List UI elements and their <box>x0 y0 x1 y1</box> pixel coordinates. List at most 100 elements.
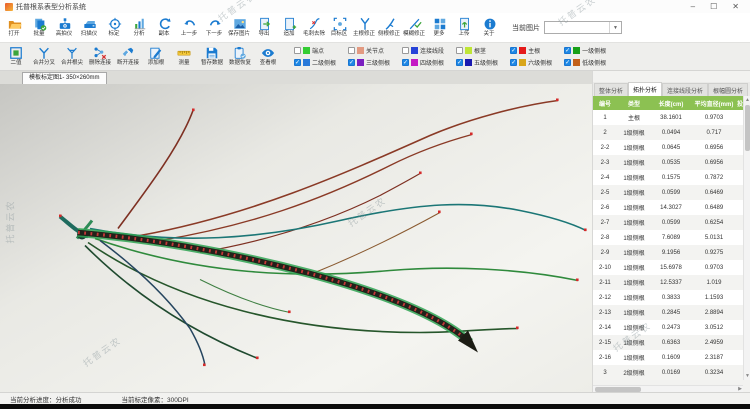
checkbox-checked-icon[interactable]: ✓ <box>510 59 517 66</box>
table-cell: 0.6489 <box>691 200 737 215</box>
scroll-right-icon[interactable]: ▶ <box>738 386 742 393</box>
checkbox-checked-icon[interactable]: ✓ <box>510 47 517 54</box>
table-row[interactable]: 32级侧根0.01690.3234 <box>593 365 743 380</box>
tool-button-merge-tip[interactable]: 合并根尖 <box>58 46 86 67</box>
tool-button-view-root[interactable]: 查看根 <box>254 46 282 67</box>
checkbox-checked-icon[interactable]: ✓ <box>402 59 409 66</box>
table-row[interactable]: 2-71级侧根0.05990.6254 <box>593 215 743 230</box>
tool-button-delete-link[interactable]: 删除连接 <box>86 46 114 67</box>
table-row[interactable]: 2-31级侧根0.05350.6956 <box>593 155 743 170</box>
checkbox-checked-icon[interactable]: ✓ <box>294 59 301 66</box>
table-row[interactable]: 21级侧根0.04940.717 <box>593 125 743 140</box>
table-row[interactable]: 2-41级侧根0.15750.7872 <box>593 170 743 185</box>
table-cell: 0.2845 <box>651 305 691 320</box>
table-row[interactable]: 2-91级侧根9.19560.9275 <box>593 245 743 260</box>
table-row[interactable]: 2-111级侧根12.53371.019 <box>593 275 743 290</box>
toolbar-button-about[interactable]: 关于 <box>477 17 502 38</box>
toolbar-button-batch[interactable]: 批量 <box>27 17 52 38</box>
toolbar-button-deburr[interactable]: 毛刺去除 <box>302 17 327 38</box>
table-row[interactable]: 1主根38.16010.9703 <box>593 110 743 125</box>
toolbar-button-doc-camera[interactable]: 高拍仪 <box>52 17 77 38</box>
tool-button-measure[interactable]: 测量 <box>170 46 198 67</box>
layer-toggle-3[interactable]: 连接线段 <box>402 46 444 55</box>
table-row[interactable]: 2-61级侧根14.30270.6489 <box>593 200 743 215</box>
table-row[interactable]: 2-151级侧根0.63632.4959 <box>593 335 743 350</box>
toolbar-button-append[interactable]: 追加 <box>277 17 302 38</box>
checkbox-checked-icon[interactable]: ✓ <box>564 47 571 54</box>
toolbar-button-label: 合并根尖 <box>61 60 83 66</box>
tab-根幅圆分析[interactable]: 根幅圆分析 <box>708 83 748 96</box>
layer-toggle-2[interactable]: 关节点 <box>348 46 390 55</box>
toolbar-button-analyze[interactable]: 分析 <box>127 17 152 38</box>
toolbar-button-scanner[interactable]: 扫描仪 <box>77 17 102 38</box>
vertical-scrollbar[interactable]: ▲ ▼ <box>743 96 750 380</box>
toolbar-button-upload[interactable]: 上传 <box>452 17 477 38</box>
toolbar-button-redo[interactable]: 下一步 <box>202 17 227 38</box>
tab-整体分析[interactable]: 整体分析 <box>594 83 628 96</box>
table-row[interactable]: 2-131级侧根0.28452.8894 <box>593 305 743 320</box>
checkbox-checked-icon[interactable]: ✓ <box>348 59 355 66</box>
view-root-icon <box>261 46 275 60</box>
checkbox-unchecked-icon[interactable] <box>294 47 301 54</box>
layer-toggle-6[interactable]: ✓一级侧根 <box>564 46 606 55</box>
tool-button-break-link[interactable]: 断开连接 <box>114 46 142 67</box>
layer-toggle-12[interactable]: ✓低级侧根 <box>564 58 606 67</box>
toolbar-button-export[interactable]: 导出 <box>252 17 277 38</box>
tool-button-add-root[interactable]: 添加根 <box>142 46 170 67</box>
toolbar-button-undo[interactable]: 上一步 <box>177 17 202 38</box>
table-cell: 1 <box>593 110 617 125</box>
toolbar-button-open-folder[interactable]: 打开 <box>2 17 27 38</box>
layer-toggle-1[interactable]: 端点 <box>294 46 336 55</box>
table-row[interactable]: 2-51级侧根0.05990.6469 <box>593 185 743 200</box>
layer-toggle-5[interactable]: ✓主根 <box>510 46 552 55</box>
tool-button-binary[interactable]: 二值 <box>2 46 30 67</box>
tab-拓扑分析[interactable]: 拓扑分析 <box>628 82 662 96</box>
checkbox-unchecked-icon[interactable] <box>402 47 409 54</box>
layer-toggle-8[interactable]: ✓三级侧根 <box>348 58 390 67</box>
table-row[interactable]: 2-101级侧根15.69780.9703 <box>593 260 743 275</box>
tool-button-stash-data[interactable]: 暂存数据 <box>198 46 226 67</box>
tab-连接线段分析[interactable]: 连接线段分析 <box>662 83 708 96</box>
vertical-scroll-thumb[interactable] <box>745 105 750 151</box>
minimize-button[interactable]: – <box>691 0 695 13</box>
current-image-select[interactable]: ▼ <box>544 21 622 34</box>
checkbox-unchecked-icon[interactable] <box>456 47 463 54</box>
table-row[interactable]: 2-121级侧根0.38331.1593 <box>593 290 743 305</box>
toolbar-button-blur-fix[interactable]: 模糊修正 <box>402 17 427 38</box>
horizontal-scrollbar[interactable]: ▶ <box>593 385 743 392</box>
scroll-up-icon[interactable]: ▲ <box>744 96 750 104</box>
checkbox-unchecked-icon[interactable] <box>348 47 355 54</box>
toolbar-button-lateral-root-fix[interactable]: 侧根修正 <box>377 17 402 38</box>
toolbar-button-duplicate[interactable]: 副本 <box>152 17 177 38</box>
layer-toggle-9[interactable]: ✓四级侧根 <box>402 58 444 67</box>
table-row[interactable]: 2-81级侧根7.60895.0131 <box>593 230 743 245</box>
toolbar-button-calibrate[interactable]: 标定 <box>102 17 127 38</box>
maximize-button[interactable]: ☐ <box>710 0 717 13</box>
layer-toggle-11[interactable]: ✓六级侧根 <box>510 58 552 67</box>
toolbar-button-target-area[interactable]: 目标区 <box>327 17 352 38</box>
toolbar-button-main-root-fix[interactable]: 主根修正 <box>352 17 377 38</box>
image-tab[interactable]: 模板标定图1- 350×260mm <box>22 72 107 84</box>
table-row[interactable]: 2-161级侧根0.16092.3187 <box>593 350 743 365</box>
checkbox-checked-icon[interactable]: ✓ <box>456 59 463 66</box>
checkbox-checked-icon[interactable]: ✓ <box>564 59 571 66</box>
close-button[interactable]: ✕ <box>732 0 739 13</box>
layer-toggle-4[interactable]: 根茎 <box>456 46 498 55</box>
layer-toggle-7[interactable]: ✓二级侧根 <box>294 58 336 67</box>
table-row[interactable]: 2-141级侧根0.24733.0512 <box>593 320 743 335</box>
blur-fix-icon <box>408 17 422 31</box>
root-trace <box>118 111 193 229</box>
scroll-down-icon[interactable]: ▼ <box>744 372 750 380</box>
toolbar-button-label: 打开 <box>9 31 20 37</box>
table-row[interactable]: 2-21级侧根0.06450.6956 <box>593 140 743 155</box>
layer-toggle-10[interactable]: ✓五级侧根 <box>456 58 498 67</box>
tool-button-merge-fork[interactable]: 合并分叉 <box>30 46 58 67</box>
toolbar-button-save-image[interactable]: 保存图片 <box>227 17 252 38</box>
horizontal-scroll-thumb[interactable] <box>595 387 641 392</box>
root-canvas[interactable] <box>0 84 592 392</box>
tool-button-restore-data[interactable]: 数据恢复 <box>226 46 254 67</box>
merge-tip-icon <box>65 46 79 60</box>
table-cell: 0.6469 <box>691 185 737 200</box>
toolbar-button-more[interactable]: 更多 <box>427 17 452 38</box>
layer-color-swatch <box>465 59 472 66</box>
